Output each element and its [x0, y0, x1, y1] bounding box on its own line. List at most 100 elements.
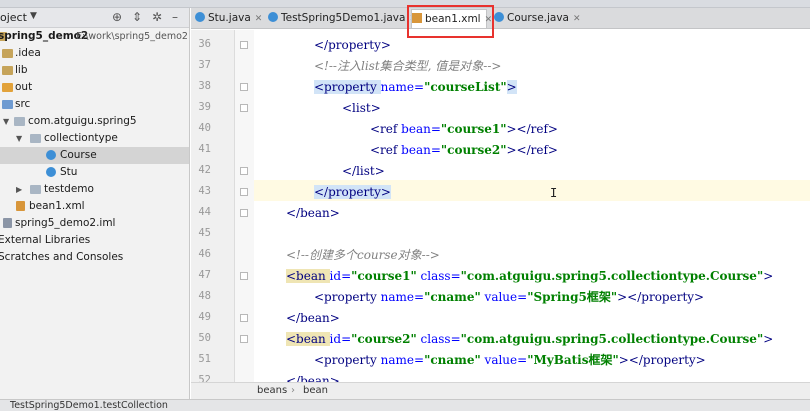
code-line[interactable]: </bean> — [191, 203, 810, 224]
xml-tag: <ref — [370, 122, 402, 136]
xml-tag: </property> — [314, 185, 391, 199]
xml-tag: <property — [314, 290, 381, 304]
tree-item-collectiontype[interactable]: ▼ collectiontype — [0, 130, 189, 147]
chevron-down-icon[interactable]: ▼ — [30, 11, 37, 21]
tab-testspring5demo1-java[interactable]: TestSpring5Demo1.java✕ — [268, 9, 417, 28]
tree-item-external-libraries[interactable]: External Libraries — [0, 232, 189, 249]
code-text: </property> — [314, 182, 391, 203]
code-line[interactable]: <!--创建多个course对象--> — [191, 245, 810, 266]
class-icon — [46, 167, 56, 177]
tree-item-lib[interactable]: lib — [0, 62, 189, 79]
project-panel-header: oject ▼ ⊕ ⇕ ✲ – — [0, 8, 189, 28]
code-text: <property name="cname" value="MyBatis框架"… — [314, 350, 706, 371]
xml-tag: <ref — [370, 143, 402, 157]
xml-tag: > — [763, 269, 774, 283]
fold-marker-icon[interactable] — [240, 167, 248, 175]
project-panel-title[interactable]: oject — [0, 11, 27, 24]
fold-marker-icon[interactable] — [240, 314, 248, 322]
xml-attribute: bean= — [401, 122, 441, 136]
code-editor[interactable]: 36 </property> 37 <!--注入list集合类型, 值是对象--> 38… — [191, 30, 810, 382]
code-text: <!--创建多个course对象--> — [286, 245, 440, 266]
class-icon — [46, 150, 56, 160]
chevron-down-icon[interactable]: ▼ — [16, 130, 22, 147]
fold-marker-icon[interactable] — [240, 209, 248, 217]
package-icon — [30, 185, 41, 194]
run-tool-bar: TestSpring5Demo1.testCollection — [0, 399, 810, 411]
tree-item-stu[interactable]: Stu — [0, 164, 189, 181]
tree-item-package[interactable]: ▼ com.atguigu.spring5 — [0, 113, 189, 130]
xml-tag: <list> — [342, 101, 381, 115]
folder-icon — [2, 83, 13, 92]
tree-item-bean1-xml[interactable]: bean1.xml — [0, 198, 189, 215]
xml-attribute-value: "cname" — [424, 353, 481, 367]
xml-tag: ></ref> — [506, 143, 559, 157]
xml-file-icon — [16, 201, 25, 211]
xml-attribute: name= — [380, 353, 425, 367]
code-line[interactable]: <ref bean="course2"></ref> — [191, 140, 810, 161]
xml-tag: ></ref> — [506, 122, 559, 136]
tree-item-project-root[interactable]: spring5_demo2 E:\work\spring5_demo2 — [0, 28, 189, 45]
code-line[interactable]: </property> — [191, 182, 810, 203]
xml-attribute: class= — [416, 269, 461, 283]
breadcrumb-separator: › — [291, 385, 295, 396]
run-config-label[interactable]: TestSpring5Demo1.testCollection — [10, 400, 168, 411]
tree-item-src[interactable]: src — [0, 96, 189, 113]
code-line[interactable]: <ref bean="course1"></ref> — [191, 119, 810, 140]
code-line[interactable]: <list> — [191, 98, 810, 119]
collapse-icon[interactable]: ⇕ — [132, 10, 142, 24]
close-icon[interactable]: ✕ — [255, 14, 263, 24]
xml-tag: </bean> — [286, 374, 340, 382]
close-icon[interactable]: ✕ — [573, 14, 581, 24]
xml-attribute-value: "MyBatis框架" — [527, 353, 619, 367]
xml-tag: <property — [314, 353, 381, 367]
tree-item-testdemo[interactable]: ▶ testdemo — [0, 181, 189, 198]
code-line[interactable]: <bean id="course2" class="com.atguigu.sp… — [191, 329, 810, 350]
tree-item-idea[interactable]: .idea — [0, 45, 189, 62]
hide-panel-icon[interactable]: – — [172, 10, 178, 24]
fold-marker-icon[interactable] — [240, 104, 248, 112]
chevron-right-icon[interactable]: ▶ — [16, 181, 22, 198]
code-line[interactable]: <property name="cname" value="MyBatis框架"… — [191, 350, 810, 371]
gear-icon[interactable]: ✲ — [152, 10, 162, 24]
breadcrumb-bean[interactable]: bean — [303, 383, 328, 399]
tree-item-scratches[interactable]: Scratches and Consoles — [0, 249, 189, 266]
tree-item-iml[interactable]: spring5_demo2.iml — [0, 215, 189, 232]
folder-icon — [2, 49, 13, 58]
xml-tag: <bean — [286, 332, 330, 346]
tree-item-course[interactable]: Course — [0, 147, 189, 164]
code-line[interactable]: <property name="cname" value="Spring5框架"… — [191, 287, 810, 308]
xml-attribute: bean= — [401, 143, 441, 157]
tab-stu-java[interactable]: Stu.java ✕ — [195, 9, 265, 28]
mouse-text-cursor: I — [550, 186, 558, 200]
fold-marker-icon[interactable] — [240, 188, 248, 196]
code-line[interactable]: <property name="courseList"> — [191, 77, 810, 98]
fold-marker-icon[interactable] — [240, 272, 248, 280]
fold-marker-icon[interactable] — [240, 83, 248, 91]
chevron-down-icon[interactable]: ▼ — [3, 113, 9, 130]
folder-icon — [2, 100, 13, 109]
code-text: <ref bean="course2"></ref> — [370, 140, 558, 161]
code-line[interactable]: </property> — [191, 35, 810, 56]
xml-tag: </list> — [342, 164, 385, 178]
breadcrumb: beans › bean — [191, 382, 810, 399]
class-icon — [494, 12, 504, 22]
xml-attribute: class= — [416, 332, 461, 346]
code-line[interactable]: <!--注入list集合类型, 值是对象--> — [191, 56, 810, 77]
code-text: <property name="cname" value="Spring5框架"… — [314, 287, 704, 308]
code-line[interactable]: </list> — [191, 161, 810, 182]
fold-marker-icon[interactable] — [240, 41, 248, 49]
code-text: </list> — [342, 161, 385, 182]
xml-attribute-value: "course1" — [440, 122, 507, 136]
class-icon — [195, 12, 205, 22]
locate-icon[interactable]: ⊕ — [112, 10, 122, 24]
breadcrumb-beans[interactable]: beans — [257, 383, 287, 399]
tree-item-out[interactable]: out — [0, 79, 189, 96]
fold-marker-icon[interactable] — [240, 335, 248, 343]
code-line[interactable]: </bean> — [191, 371, 810, 382]
code-line[interactable] — [191, 224, 810, 245]
tab-course-java[interactable]: Course.java ✕ — [494, 9, 581, 28]
code-line[interactable]: </bean> — [191, 308, 810, 329]
code-text: </bean> — [286, 308, 340, 329]
xml-attribute-value: "com.atguigu.spring5.collectiontype.Cour… — [460, 332, 764, 346]
code-line[interactable]: <bean id="course1" class="com.atguigu.sp… — [191, 266, 810, 287]
